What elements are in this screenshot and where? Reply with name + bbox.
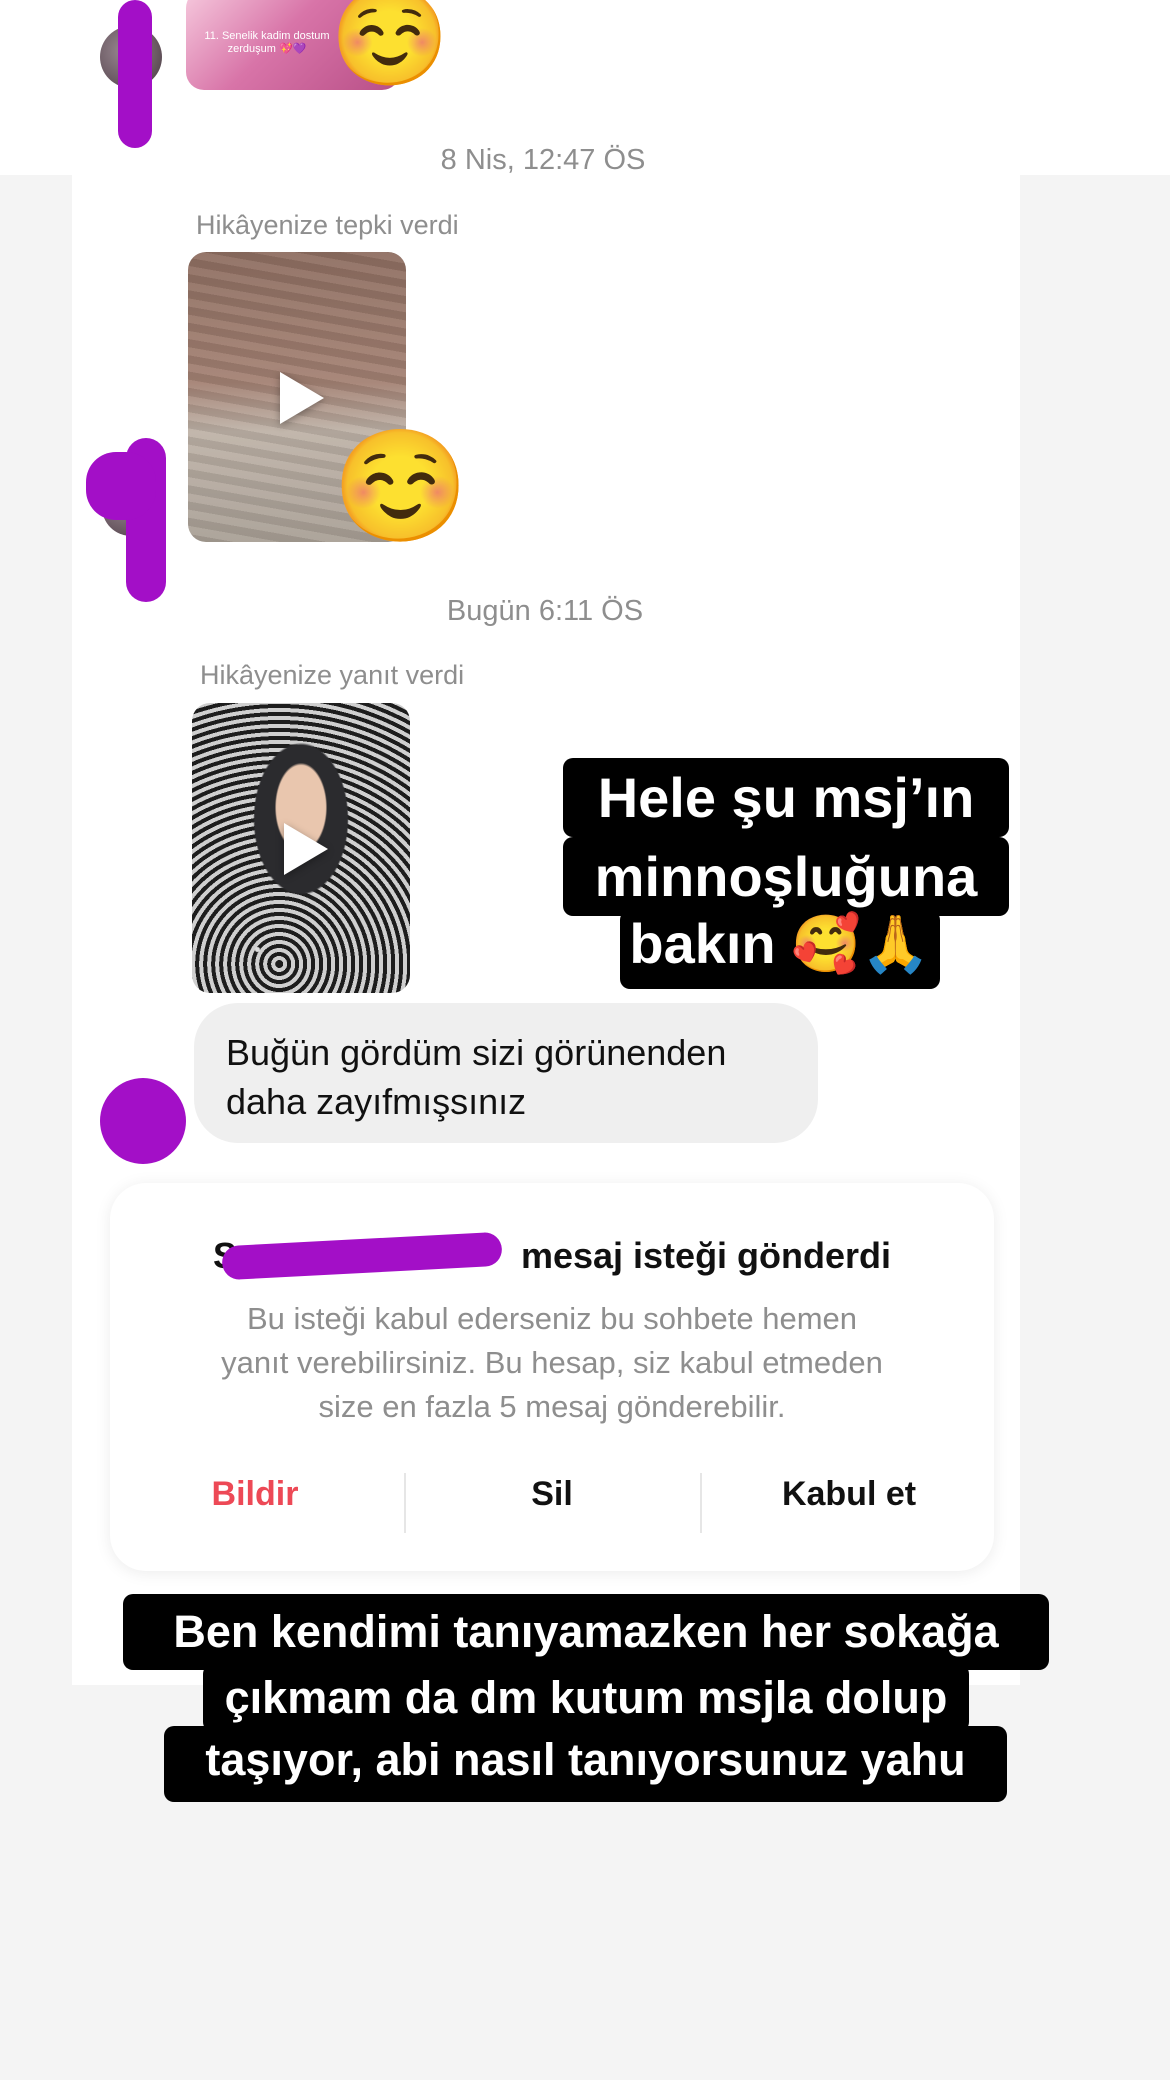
reaction-emoji-2: ☺️ <box>332 425 469 548</box>
request-description-line-2: yanıt verebilirsiniz. Bu hesap, siz kabu… <box>221 1345 883 1380</box>
avatar-scribble <box>86 452 156 520</box>
avatar-scribble <box>118 0 152 148</box>
story-thumbnail-caption: 11. Senelik kadim dostum zerduşum 💖💜 <box>204 30 330 55</box>
message-text-line-2: daha zayıfmışsınız <box>226 1081 527 1122</box>
overlay-caption-bottom-line-1: Ben kendimi tanıyamazken her sokağa <box>123 1594 1049 1670</box>
action-divider <box>404 1473 406 1533</box>
delete-button[interactable]: Sil <box>407 1475 697 1514</box>
request-description-line-1: Bu isteği kabul ederseniz bu sohbete hem… <box>246 1301 858 1336</box>
message-request-card: Snmesaj isteği gönderdi Bu isteği kabul … <box>110 1183 994 1571</box>
report-button[interactable]: Bildir <box>110 1475 400 1514</box>
accept-button[interactable]: Kabul et <box>704 1475 994 1514</box>
play-icon[interactable] <box>284 823 328 875</box>
timestamp-divider-2: Bugün 6:11 ÖS <box>446 595 644 627</box>
overlay-caption-top-line-1: Hele şu msj’ın <box>563 758 1009 837</box>
message-text-line-1: Buğün gördüm sizi görünenden <box>226 1032 727 1073</box>
story-reply-label: Hikâyenize yanıt verdi <box>200 660 465 690</box>
overlay-caption-top-line-3: bakın 🥰🙏 <box>620 910 940 989</box>
overlay-caption-bottom-line-3: taşıyor, abi nasıl tanıyorsunuz yahu <box>164 1726 1007 1802</box>
request-description-line-3: size en fazla 5 mesaj gönderebilir. <box>318 1389 786 1424</box>
story-reaction-label: Hikâyenize tepki verdi <box>196 210 459 240</box>
message-bubble[interactable]: Buğün gördüm sizi görünenden daha zayıfm… <box>194 1003 818 1143</box>
story-thumbnail-3[interactable] <box>192 703 410 993</box>
request-description: Bu isteği kabul ederseniz bu sohbete hem… <box>170 1297 934 1429</box>
play-icon[interactable] <box>280 372 324 424</box>
timestamp-divider-1: 8 Nis, 12:47 ÖS <box>440 144 646 176</box>
action-divider <box>700 1473 702 1533</box>
avatar-scribble <box>100 1078 186 1164</box>
request-title-suffix: mesaj isteği gönderdi <box>520 1235 892 1276</box>
overlay-caption-bottom-line-2: çıkmam da dm kutum msjla dolup <box>203 1664 969 1732</box>
overlay-caption-top-line-2: minnoşluğuna <box>563 837 1009 916</box>
reaction-emoji-1: ☺️ <box>330 0 450 91</box>
